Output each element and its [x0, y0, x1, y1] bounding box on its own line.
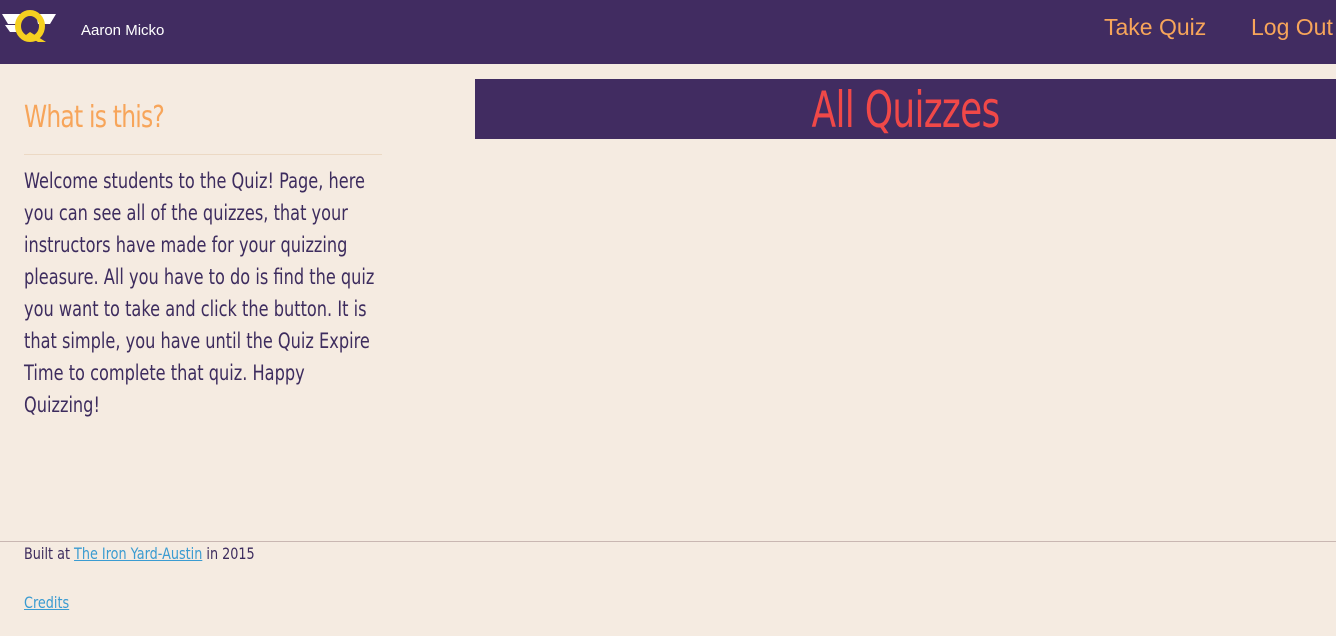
- sidebar-divider: [24, 154, 382, 155]
- sidebar-info: What is this? Welcome students to the Qu…: [24, 100, 382, 421]
- main-title-banner: All Quizzes: [475, 79, 1336, 139]
- footer-divider: [0, 541, 1336, 542]
- top-navbar: Aaron Micko Take Quiz Log Out: [0, 0, 1336, 64]
- footer-built-prefix: Built at: [24, 544, 70, 563]
- footer-built-line: Built at The Iron Yard-Austin in 2015: [24, 543, 255, 565]
- user-name: Aaron Micko: [81, 22, 165, 39]
- footer-built-suffix: in 2015: [206, 544, 255, 563]
- sidebar-description: Welcome students to the Quiz! Page, here…: [24, 169, 375, 417]
- sidebar-title: What is this?: [24, 100, 165, 135]
- q-logo-icon[interactable]: [2, 8, 58, 44]
- take-quiz-link[interactable]: Take Quiz: [1104, 14, 1206, 41]
- page-title: All Quizzes: [811, 81, 1000, 139]
- iron-yard-link[interactable]: The Iron Yard-Austin: [74, 544, 202, 563]
- log-out-link[interactable]: Log Out: [1251, 14, 1333, 41]
- credits-link[interactable]: Credits: [24, 592, 69, 614]
